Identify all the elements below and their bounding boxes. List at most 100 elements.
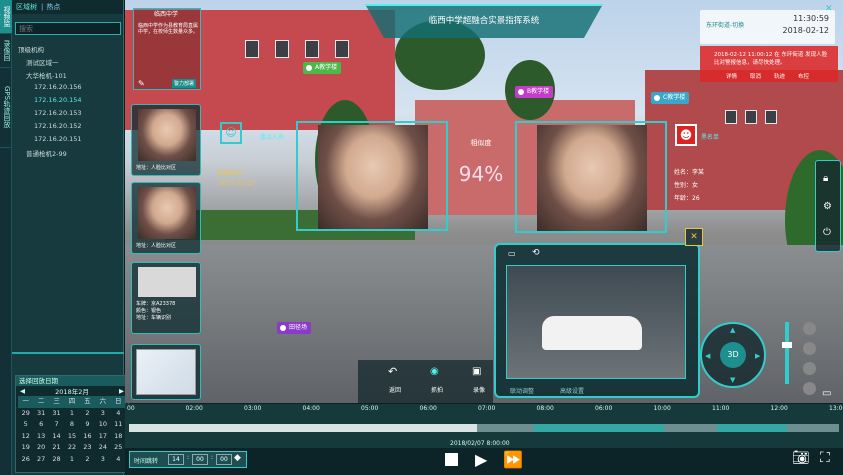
vehicle-card[interactable]: 车牌：京A23378 颜色：银色 地址：车辆识别 — [131, 262, 201, 334]
tree-node[interactable]: 顶级机构 — [18, 44, 44, 54]
tree-node[interactable]: 172.16.20.153 — [34, 109, 82, 117]
record-icon[interactable]: ▣ — [472, 366, 481, 377]
second-input[interactable]: 00 — [216, 454, 232, 465]
calendar-day[interactable]: 14 — [49, 431, 64, 443]
calendar-day[interactable]: 20 — [33, 442, 48, 454]
record-button[interactable]: 录像 — [464, 385, 494, 394]
monitor-icon[interactable]: ▭ — [508, 249, 516, 258]
map-card[interactable] — [131, 344, 201, 400]
calendar-day[interactable]: 10 — [95, 419, 110, 431]
alert-control-button[interactable]: 布控 — [798, 72, 809, 80]
zoom-slider[interactable] — [782, 322, 792, 384]
calendar-day[interactable]: 8 — [64, 419, 79, 431]
hour-input[interactable]: 14 — [168, 454, 184, 465]
calendar-day[interactable]: 28 — [49, 454, 64, 466]
ptz-iris-icon[interactable] — [803, 342, 816, 355]
ptz-up[interactable]: ▲ — [730, 326, 735, 334]
ptz-focus-icon[interactable] — [803, 322, 816, 335]
tab-gps-playback[interactable]: GPS轨迹回放 — [0, 68, 12, 148]
calendar-day[interactable]: 19 — [18, 442, 33, 454]
fullscreen-icon[interactable]: ▭ — [822, 388, 831, 399]
ptz-right[interactable]: ▶ — [755, 352, 760, 360]
pip-video-panel[interactable]: ▭ ⟲ 联动调整 高级设置 — [494, 243, 700, 398]
calendar-day[interactable]: 16 — [80, 431, 95, 443]
calendar-day[interactable]: 11 — [111, 419, 126, 431]
minute-input[interactable]: 00 — [192, 454, 208, 465]
pip-tab-advanced[interactable]: 高级设置 — [560, 386, 584, 395]
calendar-day[interactable]: 3 — [95, 454, 110, 466]
calendar-day[interactable]: 2 — [80, 408, 95, 420]
tab-area-tree[interactable]: 区域树 — [16, 2, 37, 12]
jump-go-icon[interactable]: ◆ — [234, 453, 241, 463]
tab-hotspot[interactable]: 热点 — [46, 2, 60, 12]
gear-icon[interactable]: ⚙ — [823, 201, 832, 212]
edit-icon[interactable]: ✎ — [138, 79, 145, 88]
captured-face[interactable] — [296, 121, 448, 231]
fast-forward-button[interactable]: ⏩ — [503, 450, 523, 469]
tree-node[interactable]: 172.16.20.152 — [34, 122, 82, 130]
snapshot-icon[interactable]: 📷︎ — [792, 450, 810, 466]
calendar-day[interactable]: 29 — [18, 408, 33, 420]
back-icon[interactable]: ↶ — [388, 365, 397, 378]
tree-node[interactable]: 172.16.20.151 — [34, 135, 82, 143]
ptz-down[interactable]: ▼ — [730, 376, 735, 384]
alert-cancel-button[interactable]: 取消 — [750, 72, 761, 80]
calendar-day[interactable]: 1 — [64, 454, 79, 466]
calendar-day[interactable]: 21 — [49, 442, 64, 454]
back-button[interactable]: 返回 — [380, 385, 410, 394]
tree-node[interactable]: 大华枪机-101 — [26, 70, 67, 80]
calendar-day[interactable]: 1 — [64, 408, 79, 420]
pin-c-building[interactable]: C教学楼 — [651, 92, 690, 104]
prev-month-button[interactable]: ◀ — [20, 387, 25, 395]
face-card-2[interactable]: 地址：人脸比对区 — [131, 182, 201, 254]
close-pip-icon[interactable]: ✕ — [685, 228, 703, 246]
police-deploy-button[interactable]: 警力部署 — [172, 79, 197, 88]
search-input[interactable] — [15, 22, 121, 35]
play-button[interactable]: ▶ — [475, 450, 487, 469]
capture-button[interactable]: 抓拍 — [422, 385, 452, 394]
face-card-1[interactable]: 地址：人脸比对区 — [131, 104, 201, 176]
calendar-day[interactable]: 13 — [33, 431, 48, 443]
calendar-day[interactable]: 18 — [111, 431, 126, 443]
calendar-day[interactable]: 25 — [111, 442, 126, 454]
next-month-button[interactable]: ▶ — [119, 387, 124, 395]
calendar-day[interactable]: 22 — [64, 442, 79, 454]
power-icon[interactable]: ⏻ — [823, 227, 831, 238]
calendar-day[interactable]: 31 — [49, 408, 64, 420]
pin-track-field[interactable]: 田径场 — [277, 322, 312, 334]
calendar-day[interactable]: 6 — [33, 419, 48, 431]
tree-node[interactable]: 172.16.20.156 — [34, 83, 82, 91]
tab-playback[interactable]: 录像回放 — [0, 34, 12, 68]
alert-track-button[interactable]: 轨迹 — [774, 72, 785, 80]
tree-node[interactable]: 172.16.20.154 — [34, 96, 82, 104]
calendar-day[interactable]: 26 — [18, 454, 33, 466]
refresh-icon[interactable]: ⟲ — [532, 248, 540, 258]
calendar-day[interactable]: 9 — [80, 419, 95, 431]
close-icon[interactable]: ✕ — [825, 4, 833, 14]
calendar-day[interactable]: 4 — [111, 454, 126, 466]
ptz-3d-button[interactable]: 3D — [720, 342, 746, 368]
tree-node[interactable]: 普通枪机2-99 — [26, 148, 67, 158]
alert-detail-button[interactable]: 详情 — [726, 72, 737, 80]
tree-node[interactable]: 测试区域一 — [26, 57, 59, 67]
calendar-day[interactable]: 4 — [111, 408, 126, 420]
camera-icon[interactable]: ◉ — [430, 366, 439, 377]
tab-live-video[interactable]: 视频监控 — [0, 0, 12, 34]
calendar-day[interactable]: 23 — [80, 442, 95, 454]
pin-b-building[interactable]: B教学楼 — [515, 86, 554, 98]
calendar-day[interactable]: 17 — [95, 431, 110, 443]
calendar-day[interactable]: 27 — [33, 454, 48, 466]
ptz-wiper-icon[interactable] — [803, 382, 816, 395]
ptz-joystick[interactable]: ▲ ▼ ◀ ▶ 3D — [700, 322, 766, 388]
location-switch[interactable]: 东环街道-切换 — [706, 20, 744, 29]
calendar-day[interactable]: 5 — [18, 419, 33, 431]
timeline[interactable]: 00 02:00 03:00 04:00 05:00 06:00 07:00 08:00 06:… — [125, 404, 843, 448]
calendar-day[interactable]: 24 — [95, 442, 110, 454]
calendar-day[interactable]: 12 — [18, 431, 33, 443]
lock-icon[interactable]: 🔒︎ — [823, 173, 828, 184]
ptz-left[interactable]: ◀ — [705, 352, 710, 360]
timeline-track[interactable] — [129, 424, 839, 432]
stop-button[interactable] — [445, 453, 458, 466]
expand-icon[interactable]: ⛶ — [820, 450, 830, 466]
ptz-light-icon[interactable] — [803, 362, 816, 375]
